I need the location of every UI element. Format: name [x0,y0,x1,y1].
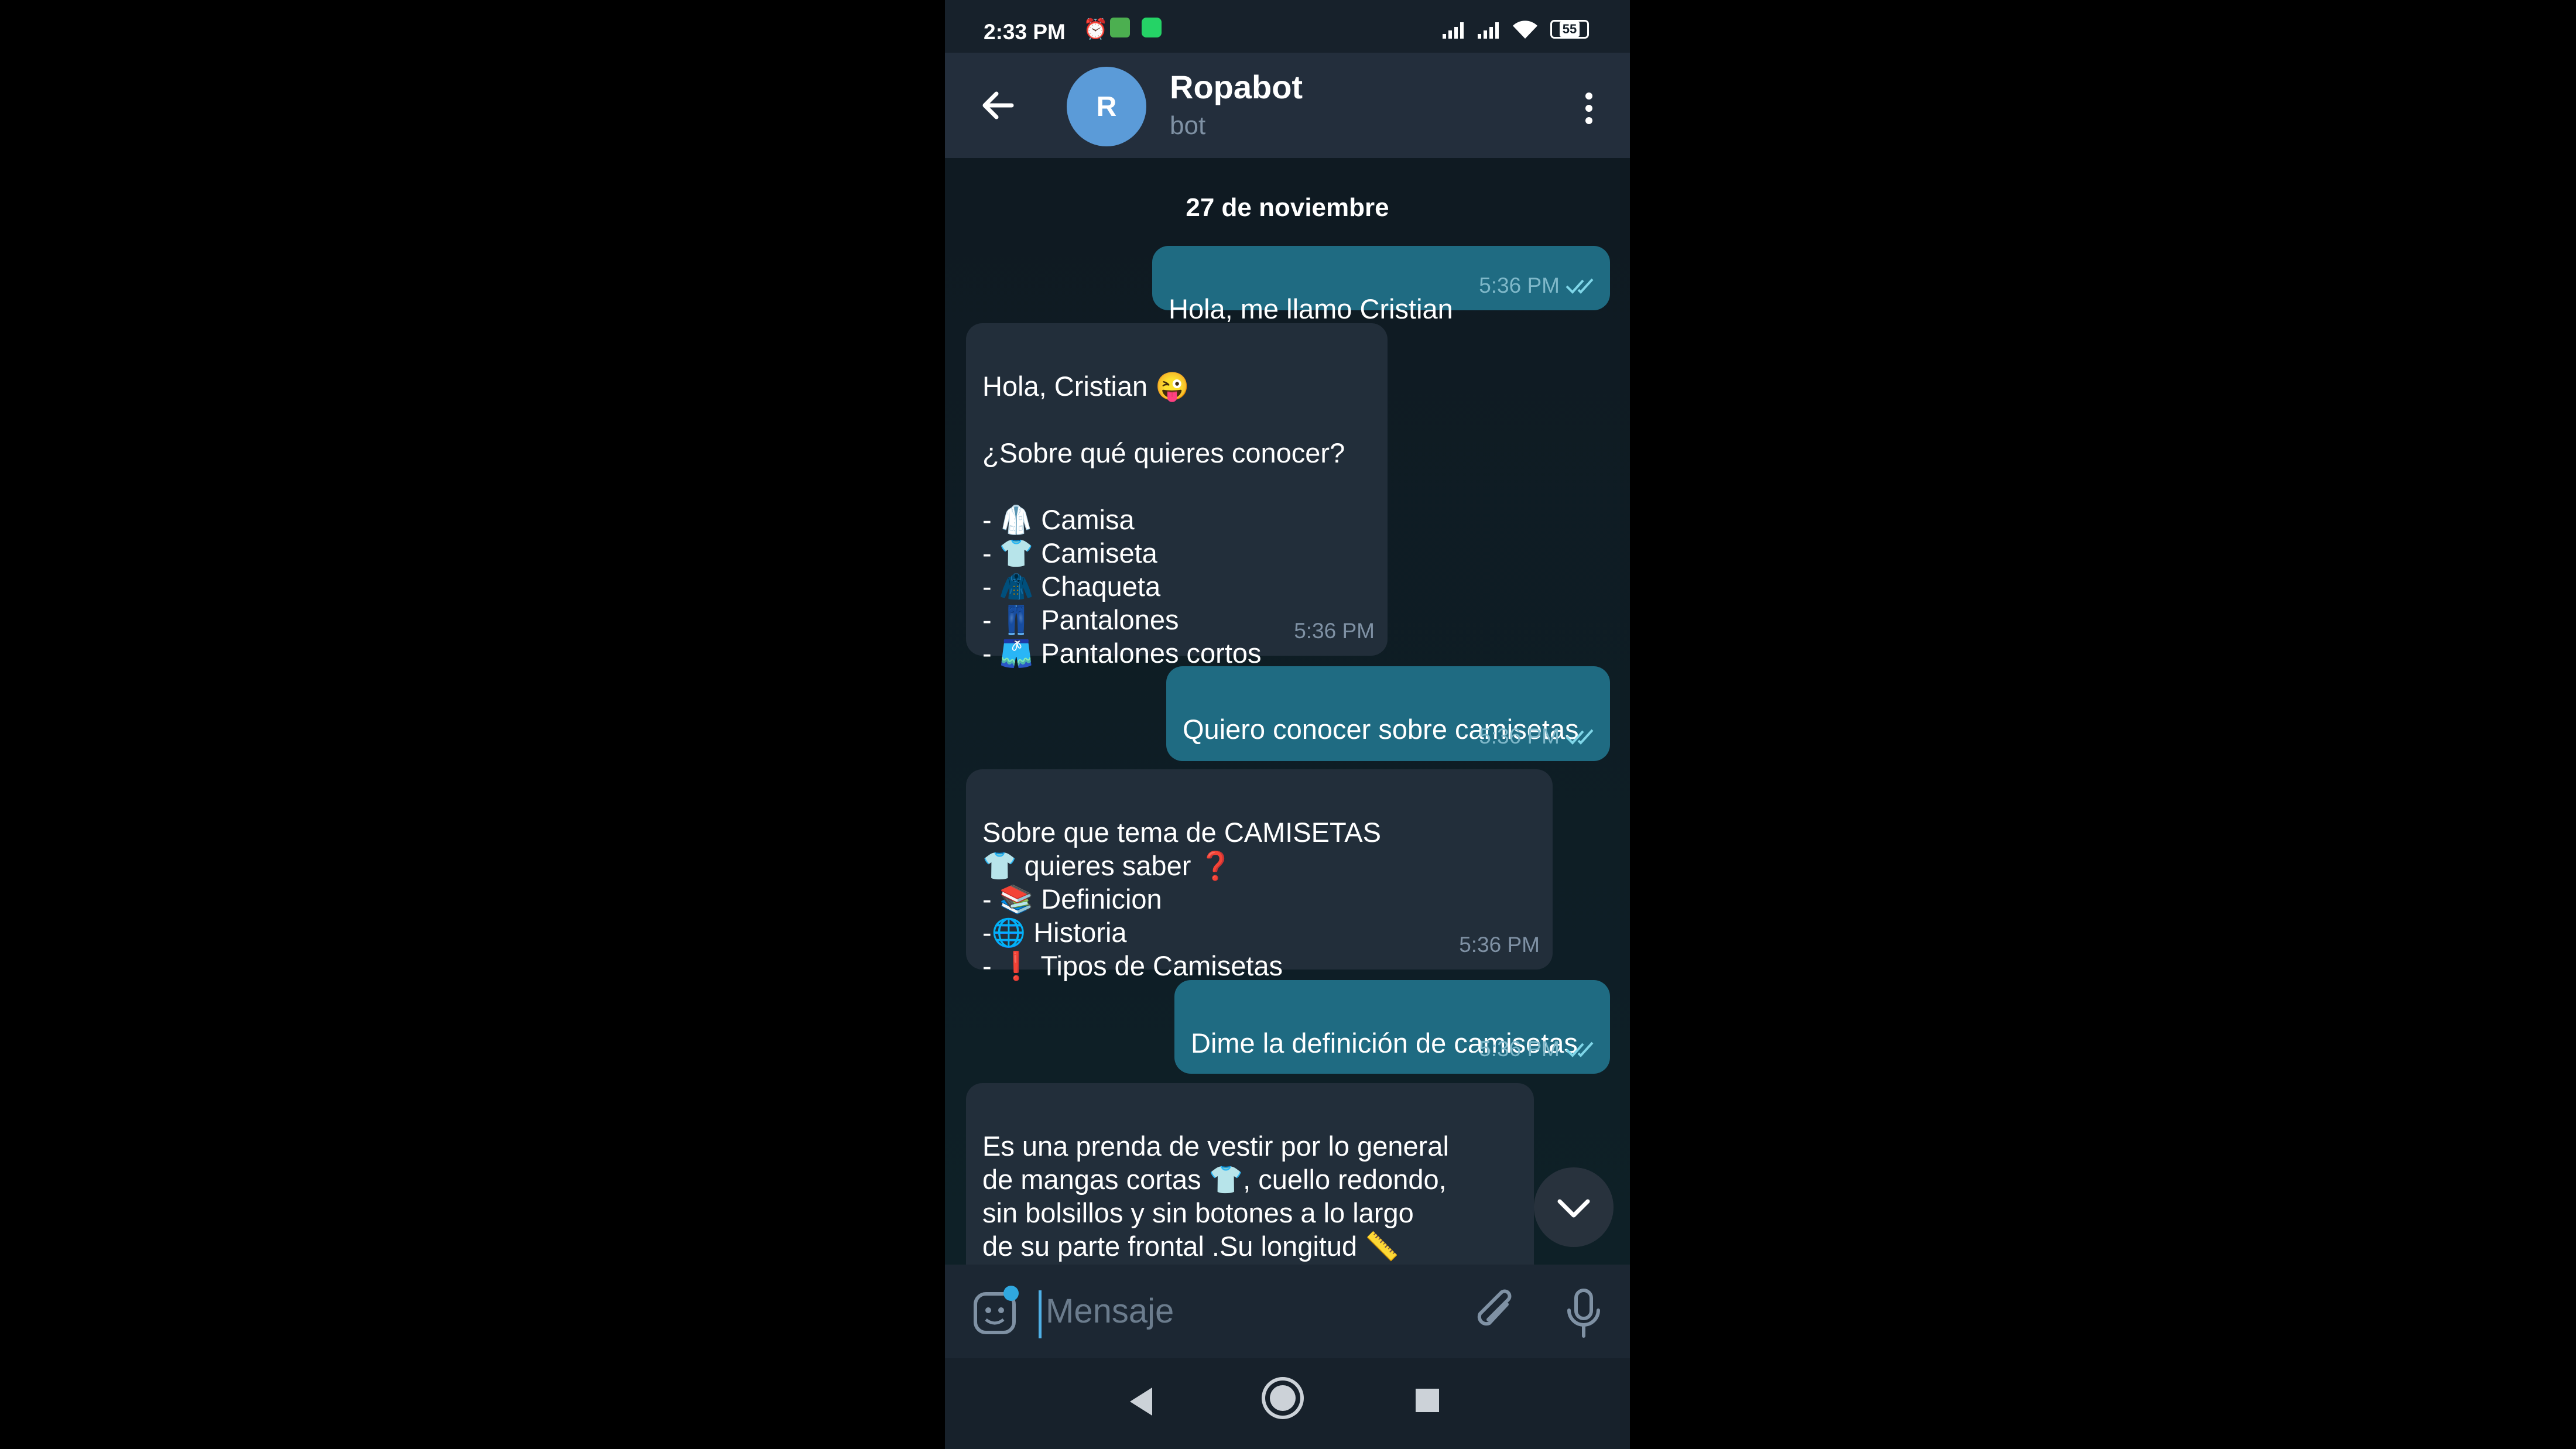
signal-icon [1443,22,1464,39]
message-time: 5:36 PM [1479,724,1560,748]
message-time: 5:36 PM [1294,619,1375,643]
avatar[interactable]: R [1067,67,1146,146]
signal-icon-2 [1478,22,1499,39]
chevron-down-icon[interactable] [1534,1167,1614,1247]
alarm-icon: ⏰ [1083,18,1108,40]
nav-recents-icon[interactable] [1416,1389,1439,1412]
whatsapp-icon [1142,18,1162,37]
message-outgoing[interactable]: Dime la definición de camisetas 5:36 PM [1174,980,1610,1074]
status-time: 2:33 PM [984,20,1066,44]
notification-dot [1003,1286,1019,1301]
status-bar: 2:33 PM ⏰ 55 [945,0,1630,53]
message-composer: Mensaje [945,1265,1630,1358]
message-time: 5:36 PM [1479,1037,1560,1061]
text-caret [1039,1290,1042,1338]
message-text: Sobre que tema de CAMISETAS 👕 quieres sa… [982,817,1381,981]
paperclip-icon[interactable] [1472,1287,1522,1340]
message-list[interactable]: 27 de noviembre Hola, me llamo Cristian … [945,158,1630,1265]
message-text: Hola, me llamo Cristian [1169,293,1453,324]
message-incoming[interactable]: Hola, Cristian 😜 ¿Sobre qué quieres cono… [966,323,1388,669]
system-nav-bar [945,1358,1630,1449]
battery-level: 55 [1559,22,1580,37]
download-icon [1110,18,1130,37]
message-incoming[interactable]: Sobre que tema de CAMISETAS 👕 quieres sa… [966,769,1553,981]
message-text: Es una prenda de vestir por lo general d… [982,1131,1449,1265]
nav-home-icon[interactable] [1270,1385,1296,1411]
microphone-icon[interactable] [1563,1287,1604,1340]
message-input[interactable]: Mensaje [1046,1292,1174,1331]
double-check-icon [1566,729,1594,745]
phone-screen: 2:33 PM ⏰ 55 R Ropabot bot 27 de noviemb… [945,0,1630,1449]
wifi-icon [1513,20,1537,39]
chat-subtitle: bot [1170,111,1206,140]
message-text: Hola, Cristian 😜 ¿Sobre qué quieres cono… [982,371,1345,669]
message-outgoing[interactable]: Quiero conocer sobre camisetas 5:36 PM [1166,666,1610,761]
double-check-icon [1566,1042,1594,1057]
chat-header: R Ropabot bot [945,53,1630,158]
nav-back-icon[interactable] [1130,1388,1152,1416]
battery-icon: 55 [1550,20,1589,39]
message-time: 5:36 PM [1479,273,1560,297]
chat-title[interactable]: Ropabot [1170,68,1303,106]
kebab-menu-icon[interactable] [1577,88,1601,129]
message-incoming[interactable]: Es una prenda de vestir por lo general d… [966,1083,1534,1265]
date-separator: 27 de noviembre [1186,193,1389,222]
message-outgoing[interactable]: Hola, me llamo Cristian 5:36 PM [1152,246,1610,324]
message-time: 5:36 PM [1459,933,1540,957]
arrow-left-icon[interactable] [978,85,1019,126]
double-check-icon [1566,278,1594,294]
